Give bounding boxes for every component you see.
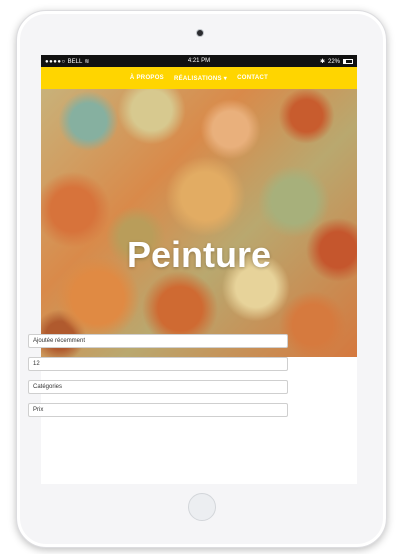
battery-icon <box>343 59 353 64</box>
screen: ●●●●○ BELL ≋ 4:21 PM ✱ 22% À PROPOS RÉAL… <box>41 55 357 484</box>
home-button[interactable] <box>188 493 216 521</box>
bluetooth-icon: ✱ <box>319 59 325 65</box>
chevron-down-icon: ▾ <box>223 75 228 82</box>
nav-item-a-propos[interactable]: À PROPOS <box>130 75 164 81</box>
nav-item-contact[interactable]: CONTACT <box>237 75 268 81</box>
clock: 4:21 PM <box>187 58 211 64</box>
nav-item-realisations[interactable]: RÉALISATIONS ▾ <box>174 75 227 82</box>
page-title: Peinture <box>126 234 272 275</box>
sort-select[interactable]: Ajoutée récemment <box>28 334 288 348</box>
status-bar: ●●●●○ BELL ≋ 4:21 PM ✱ 22% <box>41 55 357 67</box>
battery-percent: 22% <box>327 58 340 65</box>
front-camera <box>197 30 203 36</box>
price-select[interactable]: Prix <box>28 403 288 417</box>
per-page-select[interactable]: 12 <box>28 357 288 371</box>
hero-banner: Peinture <box>41 89 357 357</box>
top-navigation: À PROPOS RÉALISATIONS ▾ CONTACT <box>41 67 357 89</box>
categories-select[interactable]: Catégories <box>28 380 288 394</box>
nav-item-realisations-label: RÉALISATIONS <box>173 75 222 82</box>
